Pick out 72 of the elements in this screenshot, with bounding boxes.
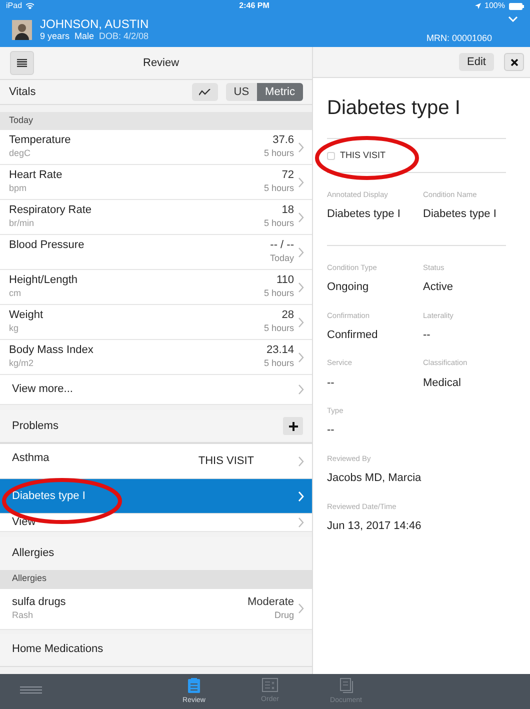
chevron-icon: [298, 516, 304, 528]
problem-row[interactable]: Asthma THIS VISIT: [0, 444, 312, 479]
battery-icon: [509, 2, 524, 10]
chevron-icon: [298, 456, 304, 466]
chevron-icon: [298, 316, 304, 328]
chevron-icon: [298, 142, 304, 152]
chevron-icon: [298, 282, 304, 292]
list-view-button[interactable]: [10, 51, 34, 75]
list-row[interactable]: sulfa drugs Rash Moderate Drug: [0, 588, 312, 630]
section-title: Home Medications: [12, 642, 104, 658]
list-row[interactable]: Height/Length cm 110 5 hours: [0, 270, 312, 305]
section-subheader: Today: [9, 114, 34, 128]
document-tab-icon: [340, 678, 352, 694]
chevron-icon: [298, 212, 304, 222]
detail-title: Diabetes type I: [327, 93, 506, 139]
review-tab-icon: [188, 678, 200, 694]
location-arrow-icon: [474, 3, 481, 9]
add-icon[interactable]: [283, 417, 303, 435]
list-row[interactable]: Blood Pressure -- / -- Today: [0, 235, 312, 270]
wifi-icon: [26, 3, 34, 9]
problem-row[interactable]: Diabetes type I: [0, 479, 312, 514]
patient-sex: Male: [74, 30, 94, 42]
list-row[interactable]: Body Mass Index kg/m2 23.14 5 hours: [0, 340, 312, 375]
visit-label: THIS VISIT: [198, 454, 254, 469]
avatar-silhouette-icon: [12, 20, 32, 40]
unit-toggle[interactable]: US: [226, 83, 258, 101]
list-row[interactable]: Weight kg 28 5 hours: [0, 305, 312, 340]
close-icon: [510, 58, 518, 66]
order-tab-icon: [262, 678, 278, 692]
list-row[interactable]: Temperature degC 37.6 5 hours: [0, 130, 312, 165]
patient-dob: DOB: 4/2/08: [99, 30, 149, 42]
list-icon: [17, 59, 27, 67]
menu-icon[interactable]: [20, 686, 42, 694]
section-title: Problems: [12, 418, 60, 434]
checkbox[interactable]: [327, 152, 335, 160]
checkbox-label: THIS VISIT: [340, 148, 386, 162]
section-title: Allergies: [12, 546, 54, 561]
edit-button[interactable]: Edit: [459, 53, 494, 71]
list-row[interactable]: Respiratory Rate br/min 18 5 hours: [0, 200, 312, 235]
field-value: Jun 13, 2017 14:46: [327, 518, 422, 534]
chevron-icon: [298, 603, 304, 614]
view-more-link[interactable]: View more...: [0, 375, 312, 405]
field-value: Jacobs MD, Marcia: [327, 471, 422, 486]
expand-caret-icon[interactable]: [508, 16, 518, 22]
field-value: Active: [423, 280, 454, 295]
field-value: --: [423, 328, 432, 343]
chevron-icon: [298, 352, 304, 362]
field-value: Medical: [423, 376, 462, 390]
section-subheader: Allergies: [12, 572, 47, 586]
field-value: --: [327, 423, 336, 438]
chevron-icon: [298, 490, 304, 502]
field-value: --: [327, 376, 336, 390]
status-time: 2:46 PM: [239, 0, 270, 12]
patient-age: 9 years: [40, 30, 70, 42]
battery-percent: 100%: [484, 0, 505, 12]
field-value: Diabetes type I: [423, 207, 498, 222]
patient-name: JOHNSON, AUSTIN: [40, 18, 149, 30]
section-title: Vitals: [9, 84, 37, 100]
chevron-icon: [298, 384, 304, 395]
chevron-icon: [298, 246, 304, 258]
carrier-label: iPad: [6, 0, 22, 12]
close-button[interactable]: [504, 53, 524, 71]
field-value: Confirmed: [327, 328, 379, 343]
patient-mrn: MRN: 00001060: [426, 32, 492, 44]
trend-line-icon: [198, 88, 211, 96]
field-value: Ongoing: [327, 280, 370, 295]
list-row[interactable]: Heart Rate bpm 72 5 hours: [0, 165, 312, 200]
trend-chart-button[interactable]: [192, 83, 218, 101]
unit-toggle[interactable]: Metric: [257, 83, 303, 101]
field-value: Diabetes type I: [327, 207, 402, 222]
panel-title: Review: [143, 56, 180, 71]
chevron-icon: [298, 176, 304, 188]
